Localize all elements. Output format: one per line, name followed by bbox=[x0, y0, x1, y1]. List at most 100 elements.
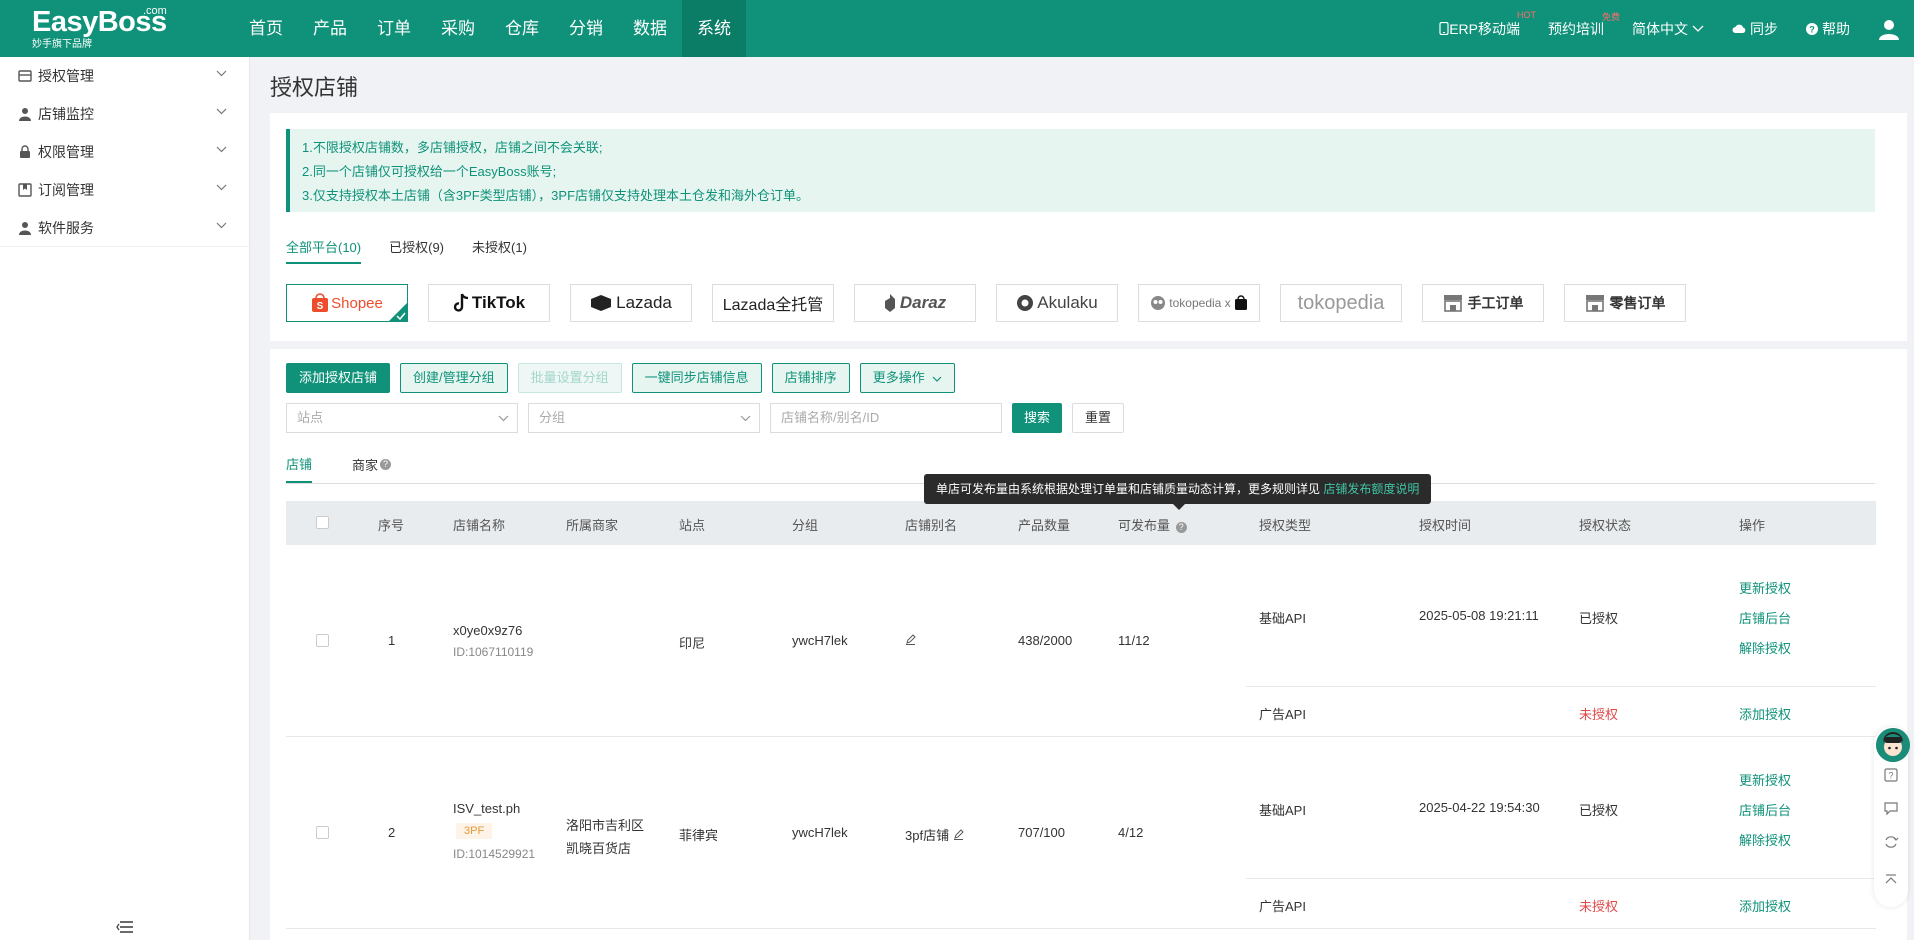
training-link[interactable]: 预约培训 免费 bbox=[1548, 12, 1620, 39]
bookmark-icon bbox=[18, 183, 32, 197]
select-all-checkbox[interactable] bbox=[316, 516, 329, 529]
platform-lazada-full-managed[interactable]: Lazada全托管 bbox=[712, 284, 834, 322]
tooltip-link[interactable]: 店铺发布额度说明 bbox=[1323, 482, 1419, 496]
nav-home[interactable]: 首页 bbox=[234, 0, 298, 57]
nav-orders[interactable]: 订单 bbox=[362, 0, 426, 57]
tab-all-platforms[interactable]: 全部平台(10) bbox=[286, 237, 362, 264]
search-button[interactable]: 搜索 bbox=[1012, 403, 1063, 433]
store-backend-link[interactable]: 店铺后台 bbox=[1739, 800, 1791, 819]
sidebar-item-label: 店铺监控 bbox=[38, 106, 94, 122]
sync-label: 同步 bbox=[1750, 20, 1778, 37]
platform-tokopedia-tiktok[interactable]: tokopedia x bbox=[1138, 284, 1260, 322]
revoke-auth-link[interactable]: 解除授权 bbox=[1739, 638, 1791, 657]
manage-group-button[interactable]: 创建/管理分组 bbox=[400, 363, 508, 393]
row-index: 2 bbox=[388, 825, 396, 840]
easyboss-logo[interactable]: EasyBoss .com 妙手旗下品牌 bbox=[32, 5, 172, 52]
auth-status: 未授权 bbox=[1579, 899, 1619, 914]
platform-label: 手工订单 bbox=[1467, 295, 1524, 311]
tab-store[interactable]: 店铺 bbox=[286, 454, 313, 483]
update-auth-link[interactable]: 更新授权 bbox=[1739, 578, 1791, 597]
help-icon[interactable]: ? bbox=[1175, 522, 1187, 533]
platform-akulaku[interactable]: Akulaku bbox=[996, 284, 1118, 322]
platform-retail-order[interactable]: 零售订单 bbox=[1564, 284, 1686, 322]
store-list-card: 添加授权店铺 创建/管理分组 批量设置分组 一键同步店铺信息 店铺排序 更多操作… bbox=[270, 349, 1907, 940]
collapse-menu-icon[interactable] bbox=[116, 920, 134, 934]
row-checkbox[interactable] bbox=[316, 634, 329, 647]
sidebar-item-subscription[interactable]: 订阅管理 bbox=[0, 171, 249, 209]
reset-button[interactable]: 重置 bbox=[1072, 403, 1125, 433]
table-row: 1 x0ye0x9z76 ID:1067110119 印尼 ywcH7lek 4… bbox=[286, 545, 1876, 737]
message-icon[interactable] bbox=[1883, 800, 1899, 816]
tooltip-text: 单店可发布量由系统根据处理订单量和店铺质量动态计算，更多规则详见 bbox=[936, 482, 1321, 496]
notice-line: 3.仅支持授权本土店铺（含3PF类型店铺），3PF店铺仅支持处理本土仓发和海外仓… bbox=[302, 188, 810, 203]
edit-icon[interactable] bbox=[953, 829, 964, 840]
auth-type: 广告API bbox=[1259, 707, 1306, 722]
ticket-icon[interactable]: ? bbox=[1883, 767, 1899, 783]
platform-manual-order[interactable]: 手工订单 bbox=[1422, 284, 1544, 322]
sidebar-item-store-monitor[interactable]: 店铺监控 bbox=[0, 95, 249, 133]
tokopedia-owl-icon bbox=[1151, 296, 1166, 310]
chevron-down-icon bbox=[216, 184, 227, 191]
nav-warehouse[interactable]: 仓库 bbox=[490, 0, 554, 57]
update-auth-link[interactable]: 更新授权 bbox=[1739, 770, 1791, 789]
add-auth-link[interactable]: 添加授权 bbox=[1739, 896, 1791, 915]
tab-authorized[interactable]: 已授权(9) bbox=[389, 237, 444, 264]
row-checkbox[interactable] bbox=[316, 826, 329, 839]
user-avatar-icon[interactable] bbox=[1878, 18, 1900, 40]
store-backend-link[interactable]: 店铺后台 bbox=[1739, 608, 1791, 627]
nav-distribution[interactable]: 分销 bbox=[554, 0, 618, 57]
language-select[interactable]: 简体中文 bbox=[1632, 19, 1704, 39]
akulaku-icon bbox=[1017, 295, 1034, 311]
col-auth-time: 授权时间 bbox=[1419, 518, 1472, 533]
platform-tokopedia[interactable]: tokopedia bbox=[1280, 284, 1402, 322]
store-id: ID:1014529921 bbox=[453, 847, 536, 861]
more-actions-button[interactable]: 更多操作 bbox=[859, 363, 956, 393]
lock-icon bbox=[20, 145, 30, 158]
sync-button[interactable]: 同步 bbox=[1732, 19, 1778, 39]
hot-badge: HOT bbox=[1517, 9, 1536, 20]
platform-label: Shopee bbox=[331, 294, 383, 312]
help-button[interactable]: ? 帮助 bbox=[1806, 19, 1850, 39]
sidebar-divider bbox=[0, 246, 250, 247]
revoke-auth-link[interactable]: 解除授权 bbox=[1739, 830, 1791, 849]
site-select[interactable]: 站点 bbox=[286, 403, 518, 433]
sidebar-item-auth-management[interactable]: 授权管理 bbox=[0, 57, 249, 95]
tab-merchant[interactable]: 商家 ? bbox=[352, 454, 392, 483]
support-agent-avatar[interactable] bbox=[1876, 728, 1910, 762]
edit-icon[interactable] bbox=[905, 634, 916, 645]
refresh-icon[interactable] bbox=[1883, 834, 1899, 850]
group-select[interactable]: 分组 bbox=[528, 403, 760, 433]
col-auth-status: 授权状态 bbox=[1579, 518, 1632, 533]
platform-shopee[interactable]: S Shopee bbox=[286, 284, 408, 322]
nav-products[interactable]: 产品 bbox=[298, 0, 362, 57]
help-icon[interactable]: ? bbox=[380, 459, 392, 470]
platform-logo-list: S Shopee TikTok Lazada Lazada全托管 Daraz A… bbox=[286, 284, 1706, 322]
nav-system[interactable]: 系统 bbox=[682, 0, 746, 57]
col-index: 序号 bbox=[378, 518, 405, 533]
store-sort-button[interactable]: 店铺排序 bbox=[771, 363, 850, 393]
tab-unauthorized[interactable]: 未授权(1) bbox=[472, 237, 527, 264]
auth-time: 2025-05-08 19:21:11 bbox=[1419, 608, 1539, 623]
sidebar-item-software-service[interactable]: 软件服务 bbox=[0, 209, 249, 247]
nav-purchase[interactable]: 采购 bbox=[426, 0, 490, 57]
auth-type: 基础API bbox=[1259, 803, 1306, 818]
erp-mobile-link[interactable]: ERP移动端 HOT bbox=[1439, 10, 1536, 39]
store-site: 菲律宾 bbox=[679, 828, 719, 843]
col-alias: 店铺别名 bbox=[905, 518, 958, 533]
selected-check-icon bbox=[389, 303, 407, 321]
platform-daraz[interactable]: Daraz bbox=[854, 284, 976, 322]
tag-3pf: 3PF bbox=[456, 823, 493, 839]
platform-tiktok[interactable]: TikTok bbox=[428, 284, 550, 322]
nav-data[interactable]: 数据 bbox=[618, 0, 682, 57]
row-index: 1 bbox=[388, 633, 396, 648]
add-store-button[interactable]: 添加授权店铺 bbox=[286, 363, 391, 393]
batch-group-button[interactable]: 批量设置分组 bbox=[517, 363, 622, 393]
sidebar-item-permission[interactable]: 权限管理 bbox=[0, 133, 249, 171]
platform-label: 零售订单 bbox=[1609, 295, 1666, 311]
platform-lazada[interactable]: Lazada bbox=[570, 284, 692, 322]
sync-store-info-button[interactable]: 一键同步店铺信息 bbox=[631, 363, 762, 393]
group-placeholder: 分组 bbox=[539, 410, 566, 425]
add-auth-link[interactable]: 添加授权 bbox=[1739, 704, 1791, 723]
back-to-top-icon[interactable] bbox=[1883, 872, 1899, 888]
store-search-input[interactable]: 店铺名称/别名/ID bbox=[770, 403, 1002, 433]
